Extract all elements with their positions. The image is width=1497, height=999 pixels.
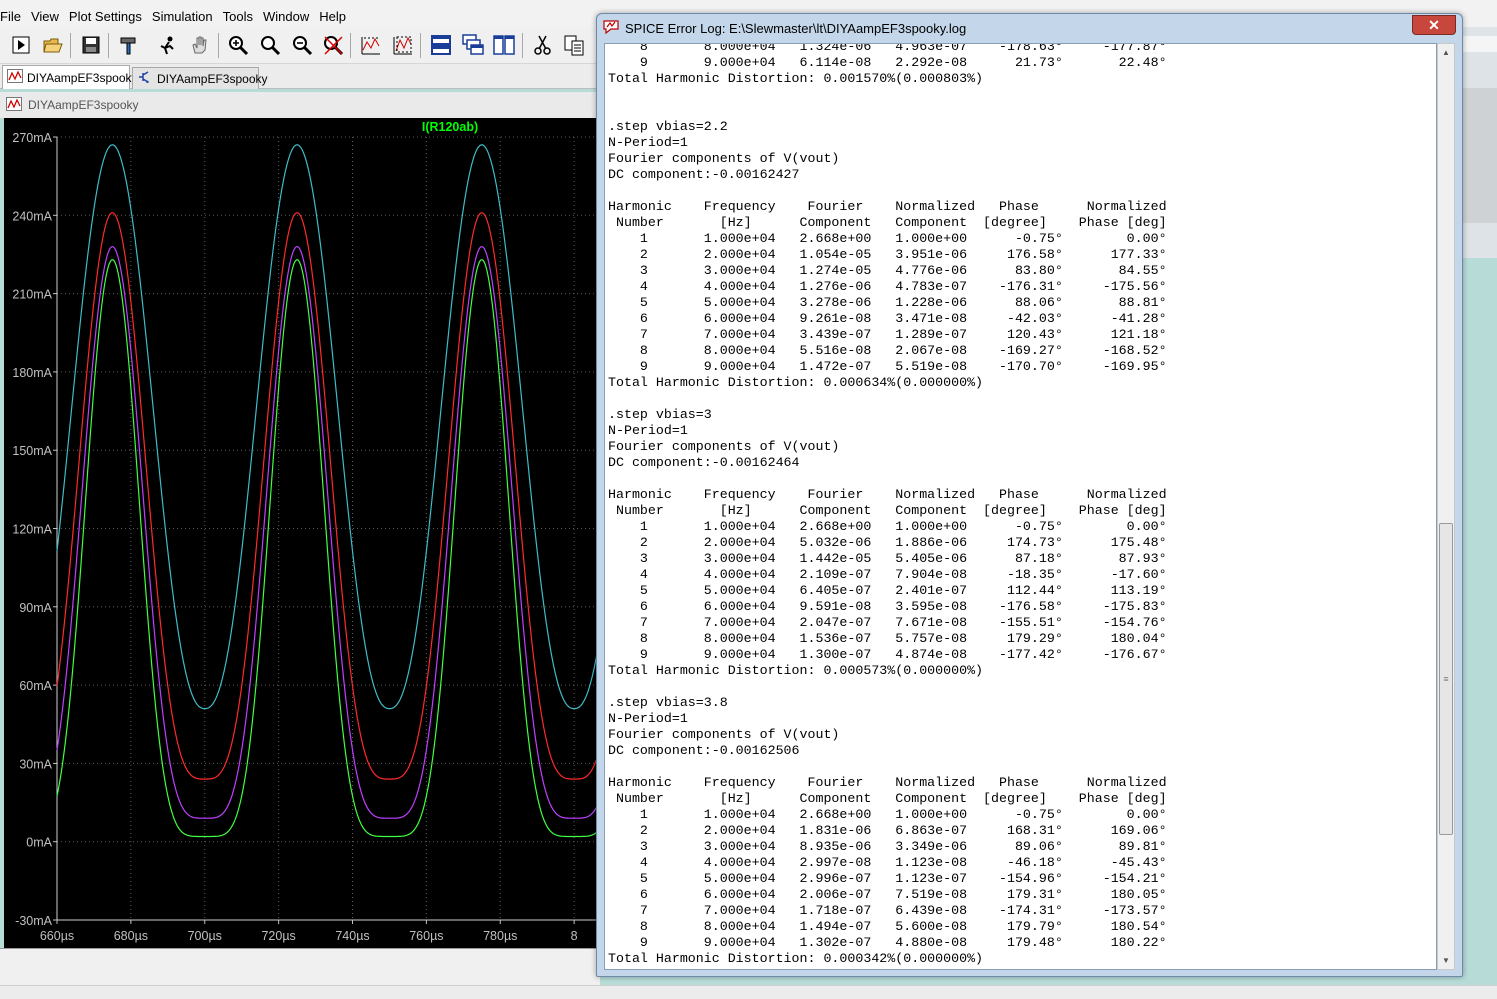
toolbar-separator xyxy=(350,33,351,58)
zoom-out-button[interactable] xyxy=(289,32,315,58)
series-line-1 xyxy=(56,144,600,710)
x-tick-label: 8 xyxy=(571,929,578,943)
plot-window-titlebar[interactable]: DIYAampEF3spooky xyxy=(0,92,600,118)
waveform-icon xyxy=(6,96,22,114)
x-tick-label: 720µs xyxy=(261,929,295,943)
status-bar xyxy=(0,985,1497,999)
hammer-icon xyxy=(120,37,136,55)
cut-button[interactable] xyxy=(530,32,556,58)
toolbar xyxy=(0,27,600,64)
zoom-area-icon xyxy=(261,36,281,56)
waveform-icon xyxy=(7,69,23,86)
desktop-background xyxy=(1463,0,1497,999)
y-tick-label: 90mA xyxy=(19,601,52,615)
x-tick-label: 760µs xyxy=(409,929,443,943)
log-window-titlebar[interactable]: SPICE Error Log: E:\Slewmaster\lt\DIYAam… xyxy=(597,14,1462,42)
tab-label: DIYAampEF3spooky xyxy=(27,70,138,85)
run-button[interactable] xyxy=(8,32,34,58)
series-line-4 xyxy=(56,259,600,838)
scroll-down-arrow-icon[interactable]: ▼ xyxy=(1438,952,1454,969)
tab-label: DIYAampEF3spooky xyxy=(157,71,268,86)
menu-simulation[interactable]: Simulation xyxy=(150,9,221,24)
vertical-scrollbar[interactable]: ▲ ≡ ▼ xyxy=(1437,43,1455,970)
menu-help[interactable]: Help xyxy=(317,9,354,24)
background-strip xyxy=(1463,36,1497,52)
zoom-cancel-icon xyxy=(324,36,344,56)
scroll-up-arrow-icon[interactable]: ▲ xyxy=(1438,44,1454,61)
save-button[interactable] xyxy=(78,32,104,58)
copy-button[interactable] xyxy=(561,32,587,58)
cut-icon xyxy=(534,35,551,55)
close-icon: ✕ xyxy=(1428,16,1440,33)
copy-icon xyxy=(564,35,584,56)
probe-icon xyxy=(160,36,174,55)
open-folder-icon xyxy=(43,38,63,53)
toolbar-separator xyxy=(218,33,219,58)
scrollbar-thumb[interactable]: ≡ xyxy=(1439,523,1453,835)
ltspice-icon xyxy=(603,19,619,37)
schematic-icon xyxy=(137,70,153,87)
y-tick-label: -30mA xyxy=(15,914,52,928)
tab-waveform[interactable]: DIYAampEF3spooky xyxy=(2,65,138,89)
y-tick-label: 240mA xyxy=(12,209,52,223)
tile-horizontal-button[interactable] xyxy=(428,32,454,58)
zoom-out-icon xyxy=(293,36,313,56)
tile-vertical-icon xyxy=(493,35,515,55)
x-tick-label: 740µs xyxy=(335,929,369,943)
x-tick-label: 700µs xyxy=(188,929,222,943)
zoom-area-button[interactable] xyxy=(257,32,283,58)
toolbar-separator xyxy=(70,33,71,58)
menu-tools[interactable]: Tools xyxy=(221,9,261,24)
x-tick-label: 780µs xyxy=(483,929,517,943)
toolbar-separator xyxy=(522,33,523,58)
run-icon xyxy=(12,36,30,54)
toolbar-separator xyxy=(420,33,421,58)
menu-window[interactable]: Window xyxy=(261,9,317,24)
y-tick-label: 210mA xyxy=(12,288,52,302)
tab-schematic[interactable]: DIYAampEF3spooky xyxy=(132,67,268,89)
pan-hand-icon xyxy=(192,36,207,54)
y-tick-label: 180mA xyxy=(12,366,52,380)
trace-label: I(R120ab) xyxy=(422,120,478,134)
cascade-icon xyxy=(462,34,484,55)
zoom-in-icon xyxy=(229,36,249,56)
plot-window-title: DIYAampEF3spooky xyxy=(28,98,139,112)
zoom-in-button[interactable] xyxy=(225,32,251,58)
tile-vertical-button[interactable] xyxy=(491,32,517,58)
x-tick-label: 660µs xyxy=(40,929,74,943)
cascade-button[interactable] xyxy=(460,32,486,58)
spice-error-log-window[interactable]: SPICE Error Log: E:\Slewmaster\lt\DIYAam… xyxy=(596,13,1463,977)
tab-bar: DIYAampEF3spooky DIYAampEF3spooky xyxy=(0,64,600,89)
save-icon xyxy=(82,36,100,54)
hammer-button[interactable] xyxy=(116,32,142,58)
y-tick-label: 60mA xyxy=(19,679,52,693)
zoom-cancel-button[interactable] xyxy=(320,32,346,58)
y-tick-label: 150mA xyxy=(12,444,52,458)
menu-file[interactable]: File xyxy=(0,9,29,24)
autorange-button[interactable] xyxy=(358,32,384,58)
pan-hand-button[interactable] xyxy=(187,32,213,58)
waveform-plot[interactable]: -30mA 0mA 30mA 60mA 90mA 120mA 150mA 180mA 210mA… xyxy=(4,118,600,948)
fit-icon xyxy=(393,36,412,55)
y-tick-label: 30mA xyxy=(19,757,52,771)
y-tick-label: 0mA xyxy=(26,836,52,850)
probe-button[interactable] xyxy=(155,32,181,58)
log-content[interactable]: 8 8.000e+04 1.324e-06 4.963e-07 -178.63°… xyxy=(604,43,1437,970)
background-fragment xyxy=(1463,88,1497,223)
log-text: 8 8.000e+04 1.324e-06 4.963e-07 -178.63°… xyxy=(608,43,1167,966)
tile-horizontal-icon xyxy=(431,35,451,55)
open-folder-button[interactable] xyxy=(40,32,66,58)
log-window-title: SPICE Error Log: E:\Slewmaster\lt\DIYAam… xyxy=(625,20,967,36)
autorange-icon xyxy=(361,37,380,55)
close-button[interactable]: ✕ xyxy=(1412,15,1456,35)
fit-button[interactable] xyxy=(390,32,416,58)
series-line-3 xyxy=(56,245,600,819)
menu-view[interactable]: View xyxy=(29,9,67,24)
x-tick-label: 680µs xyxy=(114,929,148,943)
y-tick-label: 120mA xyxy=(12,523,52,537)
toolbar-separator xyxy=(108,33,109,58)
y-tick-label: 270mA xyxy=(12,131,52,145)
menu-plot-settings[interactable]: Plot Settings xyxy=(67,9,150,24)
waveform-chart[interactable]: -30mA 0mA 30mA 60mA 90mA 120mA 150mA 180mA 210mA… xyxy=(4,118,600,948)
